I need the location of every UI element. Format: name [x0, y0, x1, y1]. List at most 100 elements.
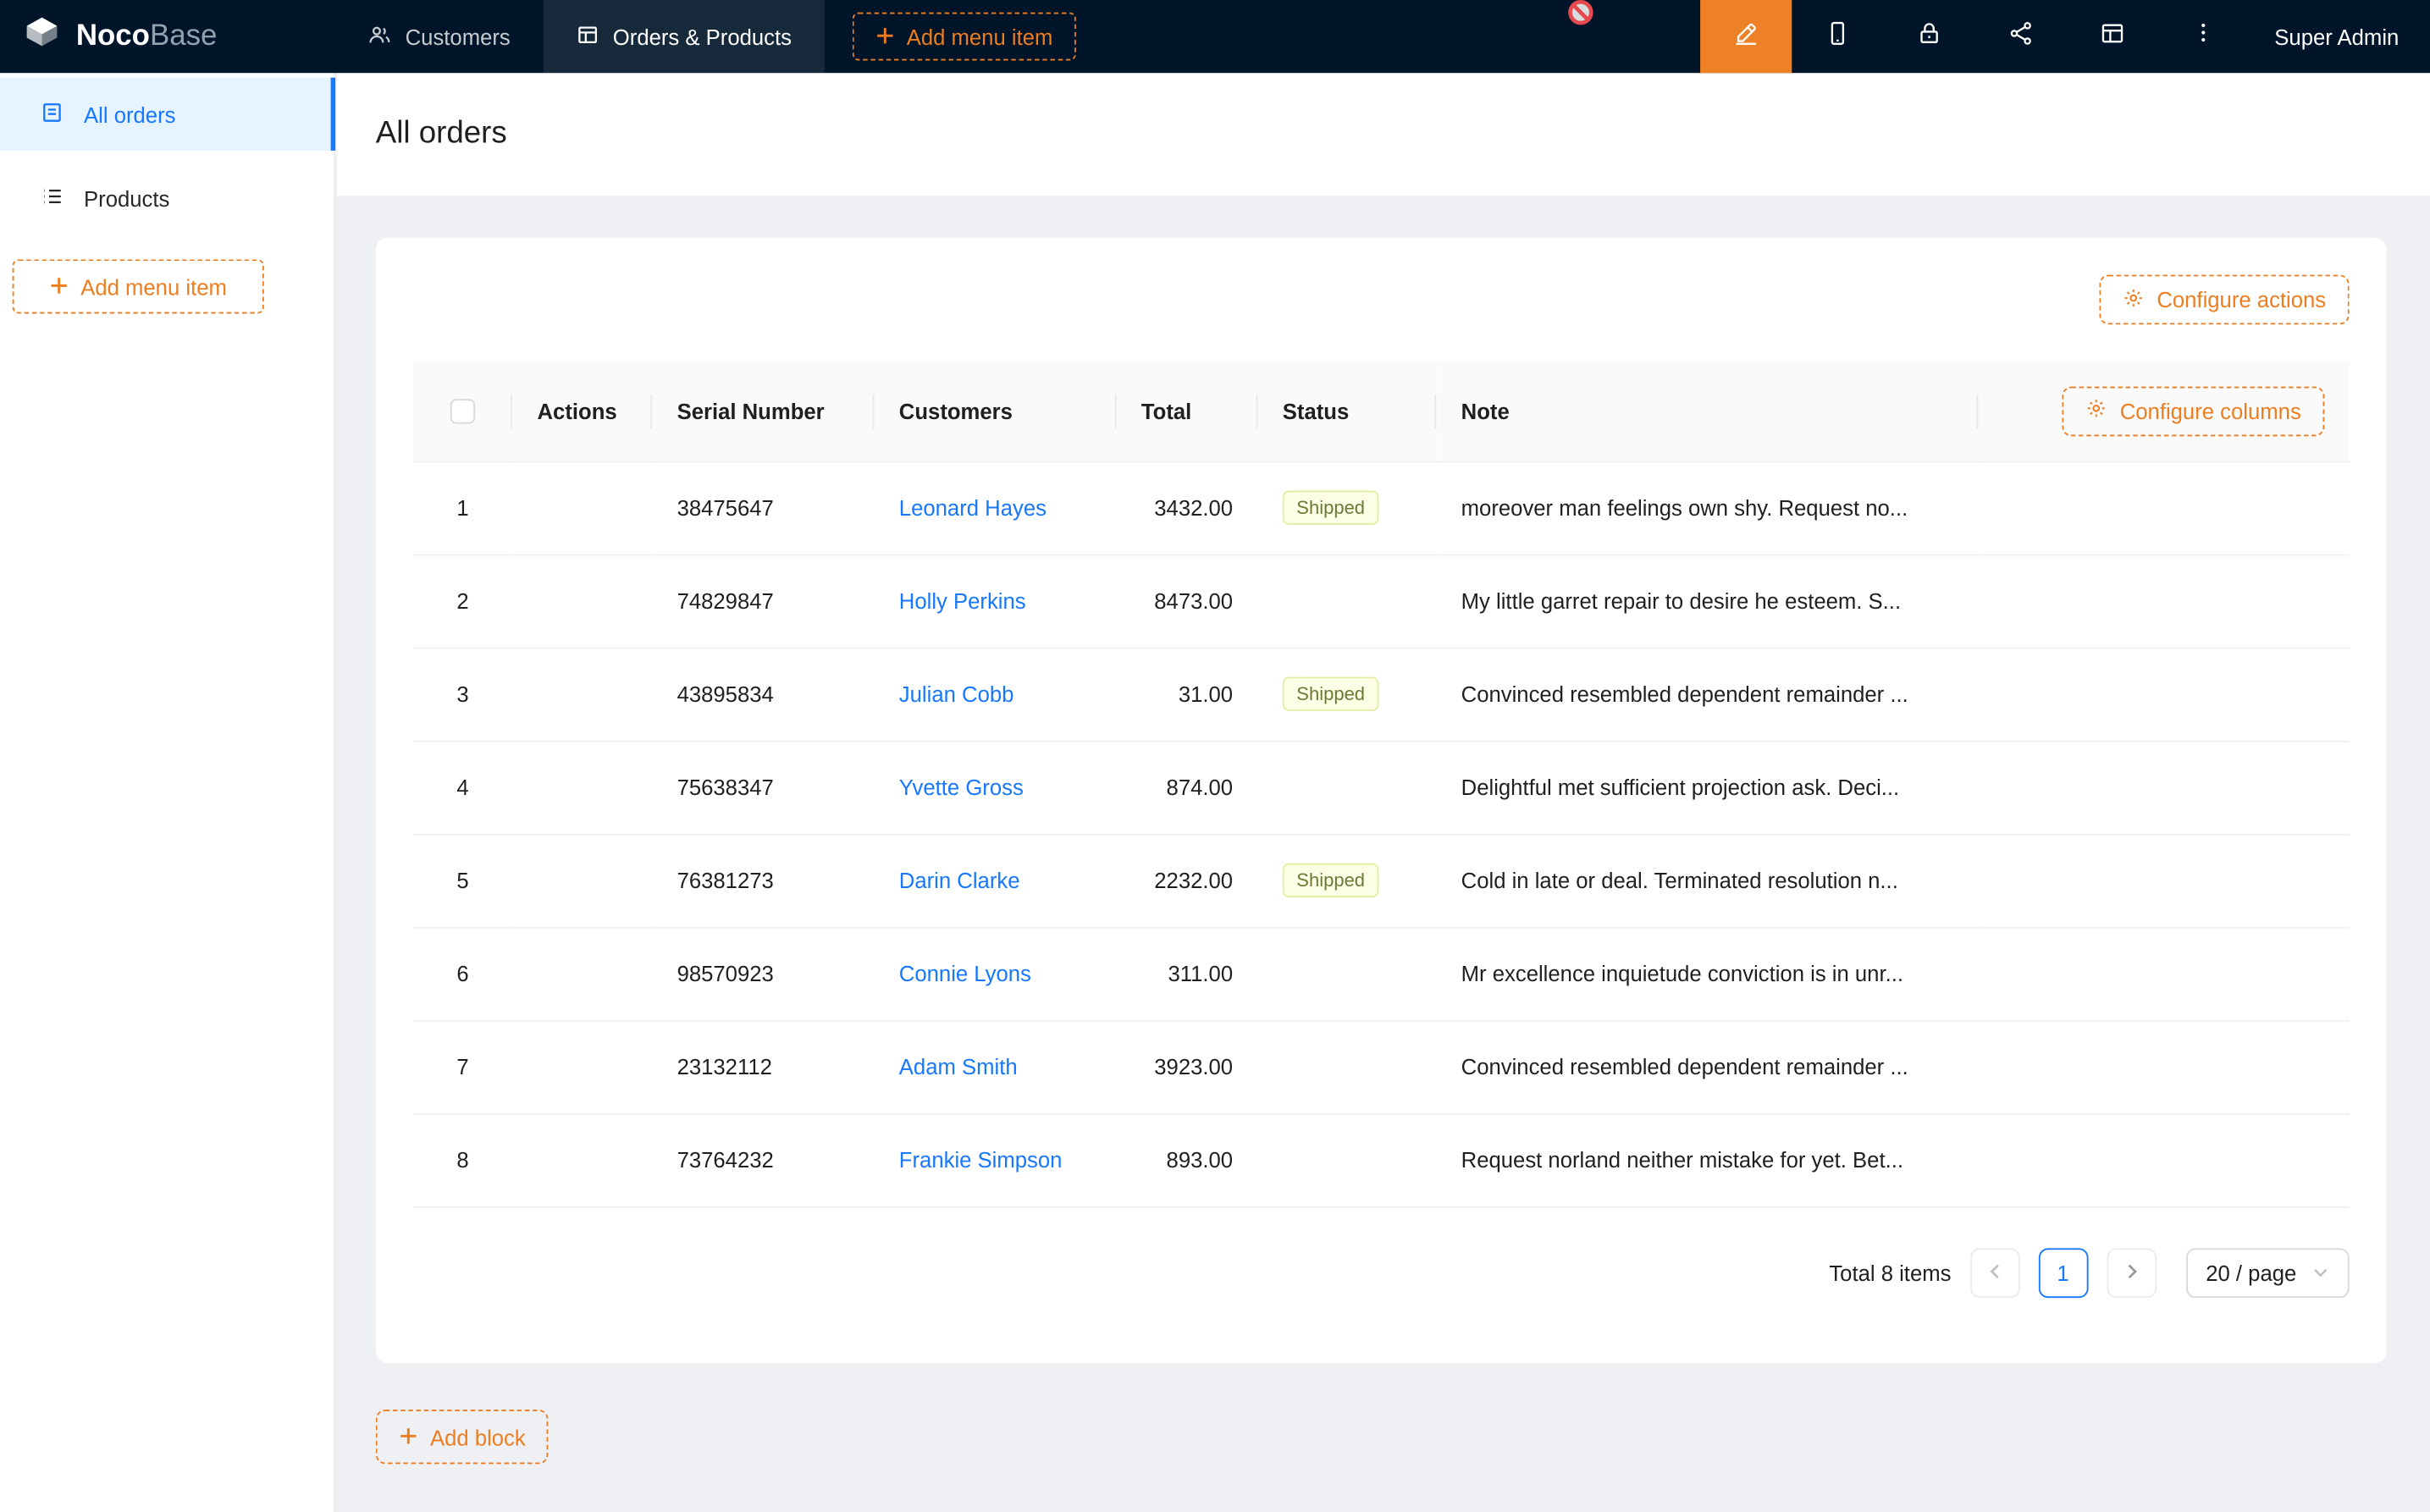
total-cell: 2232.00: [1117, 834, 1258, 927]
row-index: 7: [413, 1020, 512, 1113]
page-title: All orders: [376, 117, 507, 152]
configure-columns-button[interactable]: Configure columns: [2063, 386, 2324, 436]
main-content: Configure actions Actions Serial Number …: [337, 196, 2430, 1512]
serial-cell: 23132112: [652, 1020, 874, 1113]
lock-button[interactable]: [1883, 0, 1974, 73]
customer-link[interactable]: Adam Smith: [899, 1054, 1018, 1079]
table-row: 3 43895834 Julian Cobb 31.00 Shipped Con…: [413, 648, 2350, 741]
navbar-right-group: Super Admin: [1700, 0, 2430, 73]
row-index: 8: [413, 1113, 512, 1206]
actions-cell: [512, 927, 652, 1020]
layout-icon: [2099, 19, 2125, 53]
empty-cell: [1978, 1020, 2349, 1113]
table-row: 7 23132112 Adam Smith 3923.00 Convinced …: [413, 1020, 2350, 1113]
add-block-button[interactable]: Add block: [376, 1410, 549, 1464]
nav-add-menu-item-button[interactable]: Add menu item: [853, 13, 1076, 61]
customer-link[interactable]: Darin Clarke: [899, 868, 1020, 892]
select-all-checkbox[interactable]: [450, 400, 475, 424]
nav-item-label: Orders & Products: [613, 24, 792, 48]
ui-editor-button[interactable]: [1700, 0, 1792, 73]
total-cell: 3432.00: [1117, 461, 1258, 555]
user-menu[interactable]: Super Admin: [2250, 0, 2430, 73]
users-icon: [368, 23, 392, 51]
empty-cell: [1978, 461, 2349, 555]
chevron-left-icon: [1985, 1260, 2004, 1284]
logo-text: NocoBase: [76, 19, 218, 53]
customer-link[interactable]: Frankie Simpson: [899, 1147, 1063, 1172]
customer-link[interactable]: Yvette Gross: [899, 775, 1024, 799]
configure-actions-button[interactable]: Configure actions: [2099, 275, 2349, 325]
ui-editor-pen-icon: [1732, 19, 1759, 53]
sidebar-add-menu-item-button[interactable]: Add menu item: [13, 259, 264, 313]
plus-icon: [50, 274, 69, 299]
actions-cell: [512, 1020, 652, 1113]
status-badge: Shipped: [1283, 677, 1379, 711]
note-cell: Cold in late or deal. Terminated resolut…: [1436, 834, 1978, 927]
sidebar: All orders Products Add menu item: [0, 73, 335, 1512]
app: NocoBase Customers Orders & Products Add…: [0, 0, 2430, 1512]
customer-link[interactable]: Holly Perkins: [899, 588, 1026, 613]
chevron-down-icon: [2312, 1264, 2329, 1281]
customer-link[interactable]: Julian Cobb: [899, 682, 1014, 706]
note-cell: Convinced resembled dependent remainder …: [1436, 648, 1978, 741]
mobile-icon: [1824, 19, 1850, 53]
sidebar-item-all-orders[interactable]: All orders: [0, 78, 334, 151]
empty-cell: [1978, 1113, 2349, 1206]
row-index: 6: [413, 927, 512, 1020]
column-header-actions: Actions: [512, 361, 652, 461]
pagination: Total 8 items 1 20 / page: [413, 1248, 2350, 1298]
top-navbar: NocoBase Customers Orders & Products Add…: [0, 0, 2430, 73]
orders-table: Actions Serial Number Customers Total St…: [413, 361, 2350, 1207]
more-button[interactable]: [2158, 0, 2250, 73]
pagination-next-button[interactable]: [2107, 1248, 2157, 1298]
table-row: 6 98570923 Connie Lyons 311.00 Mr excell…: [413, 927, 2350, 1020]
customer-link[interactable]: Leonard Hayes: [899, 495, 1047, 520]
pagination-page-1[interactable]: 1: [2038, 1248, 2088, 1298]
mobile-button[interactable]: [1792, 0, 1883, 73]
note-cell: My little garret repair to desire he est…: [1436, 555, 1978, 648]
table-row: 4 75638347 Yvette Gross 874.00 Delightfu…: [413, 741, 2350, 834]
actions-cell: [512, 555, 652, 648]
total-cell: 3923.00: [1117, 1020, 1258, 1113]
status-badge: Shipped: [1283, 491, 1379, 525]
table-row: 8 73764232 Frankie Simpson 893.00 Reques…: [413, 1113, 2350, 1206]
column-header-note: Note: [1436, 361, 1978, 461]
actions-cell: [512, 1113, 652, 1206]
orders-table-block: Configure actions Actions Serial Number …: [376, 238, 2387, 1364]
nocobase-logo[interactable]: NocoBase: [0, 0, 335, 73]
serial-cell: 76381273: [652, 834, 874, 927]
lock-icon: [1916, 19, 1942, 53]
row-index: 4: [413, 741, 512, 834]
sidebar-item-label: Products: [84, 185, 169, 210]
nav-item-orders-products[interactable]: Orders & Products: [543, 0, 824, 73]
total-cell: 311.00: [1117, 927, 1258, 1020]
total-cell: 874.00: [1117, 741, 1258, 834]
row-index: 3: [413, 648, 512, 741]
sidebar-item-label: All orders: [84, 102, 175, 126]
actions-cell: [512, 461, 652, 555]
plus-icon: [875, 24, 894, 48]
share-nodes-icon: [2008, 19, 2034, 53]
table-row: 1 38475647 Leonard Hayes 3432.00 Shipped…: [413, 461, 2350, 555]
chevron-right-icon: [2122, 1260, 2140, 1284]
serial-cell: 43895834: [652, 648, 874, 741]
column-header-customers: Customers: [874, 361, 1116, 461]
nav-item-label: Customers: [406, 24, 511, 48]
empty-cell: [1978, 741, 2349, 834]
pagination-prev-button[interactable]: [1969, 1248, 2019, 1298]
row-index: 1: [413, 461, 512, 555]
share-nodes-button[interactable]: [1974, 0, 2066, 73]
nav-item-customers[interactable]: Customers: [335, 0, 543, 73]
page-size-select[interactable]: 20 / page: [2185, 1248, 2349, 1298]
layout-button[interactable]: [2067, 0, 2158, 73]
blocked-cursor-icon: [1566, 0, 1594, 26]
total-cell: 31.00: [1117, 648, 1258, 741]
empty-cell: [1978, 555, 2349, 648]
actions-cell: [512, 648, 652, 741]
column-header-serial-number: Serial Number: [652, 361, 874, 461]
table-row: 2 74829847 Holly Perkins 8473.00 My litt…: [413, 555, 2350, 648]
customer-link[interactable]: Connie Lyons: [899, 961, 1031, 985]
sidebar-item-products[interactable]: Products: [0, 162, 334, 235]
serial-cell: 75638347: [652, 741, 874, 834]
note-cell: Mr excellence inquietude conviction is i…: [1436, 927, 1978, 1020]
